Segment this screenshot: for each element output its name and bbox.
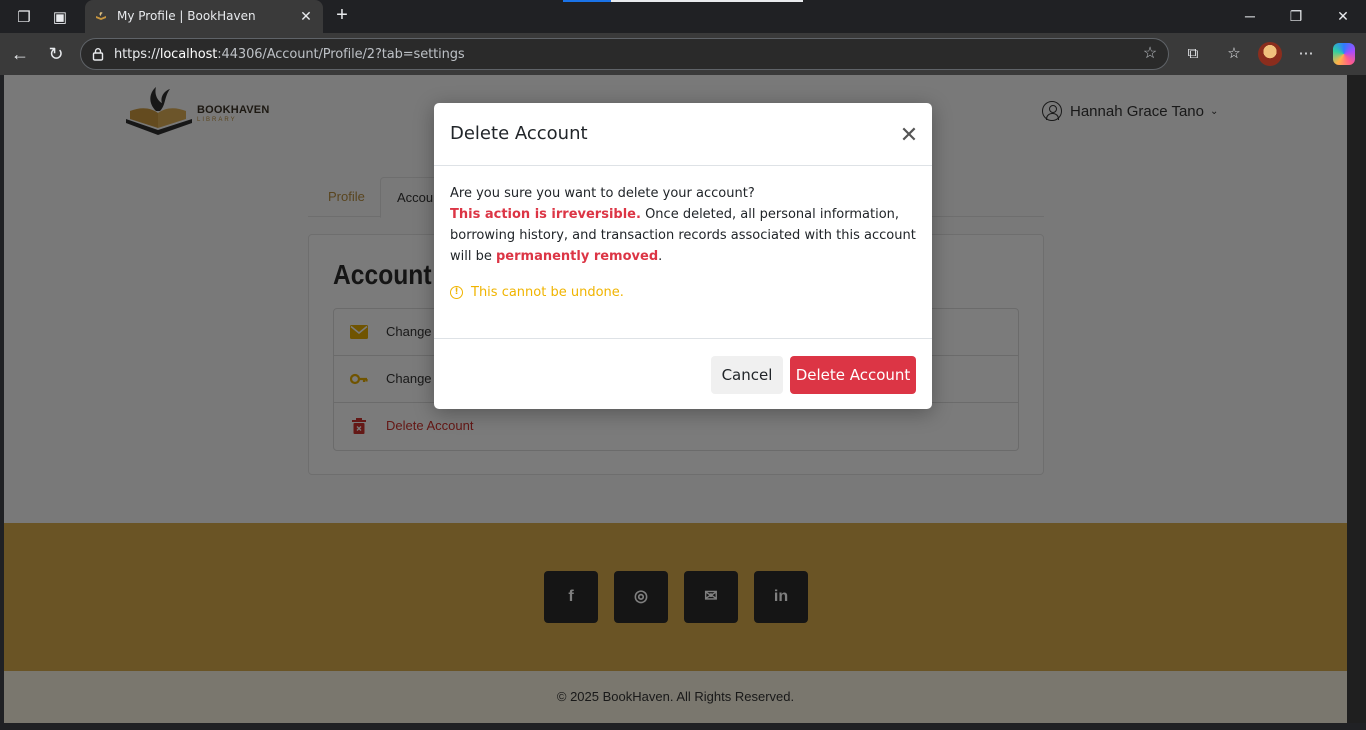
back-icon[interactable]: ← — [8, 42, 32, 66]
confirm-question: Are you sure you want to delete your acc… — [450, 186, 755, 201]
lock-icon — [92, 48, 104, 61]
delete-account-modal: Delete Account ✕ Are you sure you want t… — [434, 103, 932, 409]
url-text: https://localhost:44306/Account/Profile/… — [114, 47, 465, 62]
exclamation-circle-icon: ! — [450, 286, 463, 299]
close-icon[interactable]: ✕ — [898, 124, 920, 146]
workspaces-icon[interactable]: ❐ — [14, 7, 34, 27]
url-path: :44306/Account/Profile/2?tab=settings — [217, 47, 465, 62]
new-tab-icon[interactable]: + — [332, 5, 352, 27]
modal-header: Delete Account ✕ — [434, 103, 932, 166]
undo-warning-text: This cannot be undone. — [471, 285, 624, 300]
tab-title: My Profile | BookHaven — [117, 9, 256, 23]
bookhaven-favicon-icon — [96, 12, 106, 20]
irreversible-warning: This action is irreversible. — [450, 207, 641, 222]
more-menu-icon[interactable]: ⋯ — [1296, 44, 1316, 64]
url-input[interactable]: https://localhost:44306/Account/Profile/… — [80, 38, 1169, 70]
modal-footer: Cancel Delete Account — [434, 338, 932, 409]
browser-tab[interactable]: My Profile | BookHaven ✕ — [85, 0, 323, 33]
extensions-icon[interactable]: ⧉ — [1183, 44, 1203, 64]
favorites-icon[interactable]: ☆ — [1224, 44, 1244, 64]
copilot-icon[interactable] — [1333, 43, 1355, 65]
minimize-icon[interactable]: ─ — [1240, 6, 1260, 26]
restore-icon[interactable]: ❐ — [1286, 6, 1306, 26]
browser-tab-bar: ❐ ▣ My Profile | BookHaven ✕ + ─ ❐ ✕ — [0, 0, 1366, 33]
tab-strip-indicator — [563, 0, 803, 2]
url-scheme: https:// — [114, 47, 160, 62]
undo-warning: ! This cannot be undone. — [450, 285, 624, 300]
favorite-star-icon[interactable]: ☆ — [1141, 45, 1159, 63]
permanently-removed-text: permanently removed — [495, 249, 659, 264]
modal-title: Delete Account — [450, 123, 588, 144]
tab-actions-icon[interactable]: ▣ — [50, 7, 70, 27]
browser-profile-avatar[interactable] — [1258, 42, 1282, 66]
close-window-icon[interactable]: ✕ — [1333, 6, 1353, 26]
delete-account-button[interactable]: Delete Account — [790, 356, 916, 394]
modal-body: Are you sure you want to delete your acc… — [450, 183, 916, 267]
page-scrollbar[interactable] — [1347, 75, 1366, 723]
window-bottom-edge — [0, 723, 1366, 730]
page-viewport: BOOKHAVEN LIBRARY Hannah Grace Tano ⌄ Pr… — [4, 75, 1347, 723]
address-bar-row: ← ↻ https://localhost:44306/Account/Prof… — [0, 33, 1366, 75]
reload-icon[interactable]: ↻ — [44, 42, 68, 66]
tab-close-icon[interactable]: ✕ — [297, 7, 315, 25]
body-period: . — [658, 249, 663, 264]
cancel-button[interactable]: Cancel — [711, 356, 783, 394]
url-host: localhost — [159, 47, 218, 62]
